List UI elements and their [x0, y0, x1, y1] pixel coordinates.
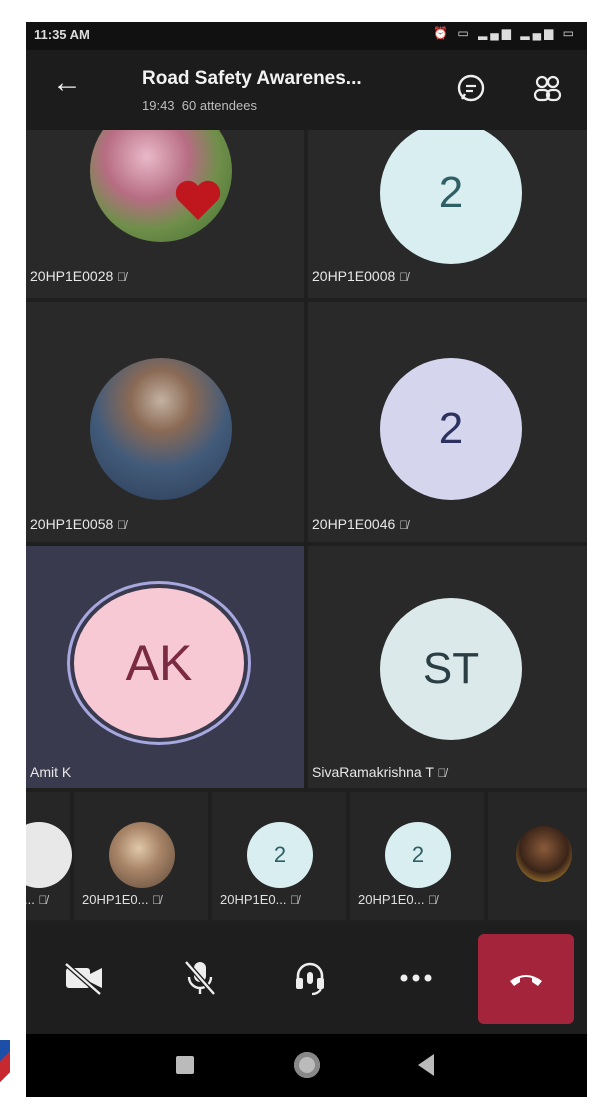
participant-avatar: ST	[380, 598, 522, 740]
mic-off-icon: 🎙̸	[152, 893, 162, 907]
chat-icon[interactable]	[454, 72, 488, 106]
mic-off-icon: 🎙̸	[437, 766, 447, 780]
participant-name: SivaRamakrishna T 🎙̸	[312, 764, 447, 780]
corner-decoration	[0, 1040, 10, 1100]
participant-tile[interactable]: 20HP1E0058 🎙̸	[26, 302, 304, 542]
phone-screen: 11:35 AM ⏰ ▭ ▂▄▆ ▂▄▆ ▭ ← Road Safety Awa…	[26, 22, 587, 1097]
more-options-icon[interactable]	[388, 950, 444, 1006]
participant-tile[interactable]: 2 20HP1E0008 🎙̸	[308, 130, 587, 298]
meeting-subtitle: 19:43 60 attendees	[142, 98, 257, 113]
participant-photo	[90, 130, 232, 242]
participant-avatar	[26, 822, 72, 888]
mic-off-icon: 🎙̸	[117, 270, 127, 284]
participant-name: 20HP1E0... 🎙̸	[82, 892, 162, 907]
strip-tile[interactable]: 2 20HP1E0... 🎙̸	[212, 792, 346, 920]
mic-off-icon[interactable]	[172, 950, 228, 1006]
call-controls	[26, 924, 587, 1034]
back-arrow-icon[interactable]: ←	[52, 68, 82, 98]
mic-off-icon: 🎙̸	[399, 270, 409, 284]
recents-icon[interactable]	[176, 1056, 194, 1074]
heart-icon	[175, 180, 221, 220]
participant-name: Amit K	[30, 764, 72, 780]
participant-avatar: AK	[74, 588, 244, 738]
participant-photo	[109, 822, 175, 888]
participant-name: 20HP1E0046 🎙̸	[312, 516, 409, 532]
participant-strip[interactable]: ... 🎙̸ 20HP1E0... 🎙̸ 2 20HP1E0... 🎙̸ 2 2…	[26, 792, 587, 922]
participant-name: 20HP1E0... 🎙̸	[220, 892, 300, 907]
phone-hangup-icon	[510, 975, 542, 986]
participant-avatar: 2	[380, 358, 522, 500]
meeting-title: Road Safety Awarenes...	[142, 68, 362, 89]
participant-grid: 20HP1E0028 🎙̸ 2 20HP1E0008 🎙̸ 20HP1E0058…	[26, 130, 587, 810]
speaker-headset-icon[interactable]	[282, 950, 338, 1006]
meeting-header: ← Road Safety Awarenes... 19:43 60 atten…	[26, 50, 587, 130]
mic-off-icon: 🎙̸	[38, 893, 48, 907]
status-icons: ⏰ ▭ ▂▄▆ ▂▄▆ ▭	[433, 26, 577, 40]
hang-up-button[interactable]	[478, 934, 574, 1024]
participant-tile[interactable]: 20HP1E0028 🎙̸	[26, 130, 304, 298]
participant-name: 20HP1E0... 🎙̸	[358, 892, 438, 907]
system-nav-bar	[26, 1034, 587, 1097]
strip-tile[interactable]: 2 20HP1E0... 🎙̸	[350, 792, 484, 920]
participant-avatar: 2	[380, 130, 522, 264]
participant-tile[interactable]: 2 20HP1E0046 🎙̸	[308, 302, 587, 542]
mic-off-icon: 🎙̸	[428, 893, 438, 907]
participant-avatar: 2	[247, 822, 313, 888]
mic-off-icon: 🎙̸	[399, 518, 409, 532]
participant-tile-speaking[interactable]: AK Amit K	[26, 546, 304, 788]
participant-name: ... 🎙̸	[26, 892, 48, 907]
strip-tile[interactable]: 20HP1E0... 🎙̸	[74, 792, 208, 920]
strip-tile[interactable]	[488, 792, 587, 920]
mic-off-icon: 🎙̸	[290, 893, 300, 907]
attendee-count: 60 attendees	[181, 98, 257, 113]
camera-off-icon[interactable]	[56, 950, 112, 1006]
home-icon[interactable]	[294, 1052, 320, 1078]
mic-off-icon: 🎙̸	[117, 518, 127, 532]
strip-tile[interactable]: ... 🎙̸	[26, 792, 72, 920]
participant-name: 20HP1E0058 🎙̸	[30, 516, 127, 532]
participant-name: 20HP1E0028 🎙̸	[30, 268, 127, 284]
participants-icon[interactable]	[530, 72, 564, 106]
back-icon[interactable]	[418, 1054, 434, 1076]
participant-name: 20HP1E0008 🎙̸	[312, 268, 409, 284]
participant-tile[interactable]: ST SivaRamakrishna T 🎙̸	[308, 546, 587, 788]
status-bar: 11:35 AM ⏰ ▭ ▂▄▆ ▂▄▆ ▭	[26, 22, 587, 50]
participant-photo	[90, 358, 232, 500]
call-duration: 19:43	[142, 98, 175, 113]
status-time: 11:35 AM	[34, 27, 90, 42]
participant-photo	[516, 826, 572, 882]
participant-avatar: 2	[385, 822, 451, 888]
